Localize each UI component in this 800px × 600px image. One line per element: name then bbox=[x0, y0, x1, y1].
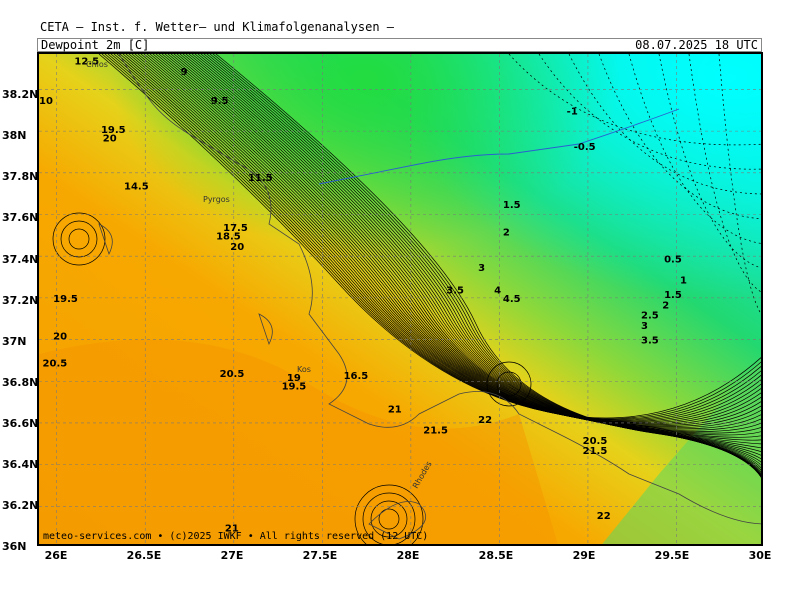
info-bar: Dewpoint 2m [C] 08.07.2025 18 UTC bbox=[37, 38, 762, 52]
lon-label: 29.5E bbox=[654, 549, 690, 562]
map-frame: 12.5 9 9.5 10 19.5 20 14.5 11.5 17.5 18.5 20 19.5 20… bbox=[37, 52, 763, 546]
lon-label: 26.5E bbox=[126, 549, 162, 562]
contour-value-label: -1 bbox=[567, 106, 578, 117]
lat-label: 36.6N bbox=[2, 417, 39, 430]
contour-value-label: 19.5 bbox=[53, 294, 78, 305]
lat-label: 38N bbox=[2, 129, 27, 142]
contour-value-label: 18.5 bbox=[216, 232, 241, 243]
contour-value-label: 20.5 bbox=[43, 359, 68, 370]
contour-value-label: -0.5 bbox=[574, 142, 596, 153]
contour-value-label: 9.5 bbox=[211, 96, 229, 107]
contour-value-label: 9 bbox=[181, 67, 188, 78]
lat-label: 37.8N bbox=[2, 170, 39, 183]
map-canvas: 12.599.51019.52014.511.517.518.52019.520… bbox=[39, 54, 761, 544]
contour-value-label: 20.5 bbox=[220, 369, 245, 380]
contour-value-label: 20.5 bbox=[583, 436, 608, 447]
contour-value-label: 14.5 bbox=[124, 181, 149, 192]
contour-value-label: 3.5 bbox=[446, 286, 464, 297]
lat-label: 36N bbox=[2, 540, 27, 553]
lon-label: 30E bbox=[748, 549, 772, 562]
lat-label: 36.2N bbox=[2, 499, 39, 512]
lon-label: 28.5E bbox=[478, 549, 514, 562]
contour-value-label: 1 bbox=[680, 275, 687, 286]
lat-label: 38.2N bbox=[2, 88, 39, 101]
lon-label: 28E bbox=[396, 549, 420, 562]
lat-label: 37.4N bbox=[2, 253, 39, 266]
contour-value-label: 20 bbox=[103, 134, 117, 145]
lat-label: 37.2N bbox=[2, 294, 39, 307]
lat-label: 37N bbox=[2, 335, 27, 348]
contour-value-label: 3.5 bbox=[641, 336, 659, 347]
contour-value-label: 0.5 bbox=[664, 254, 682, 265]
contour-value-label: 3 bbox=[641, 321, 648, 332]
contour-value-label: 4.5 bbox=[503, 294, 521, 305]
contour-value-label: 10 bbox=[39, 96, 53, 107]
place-label: Chios bbox=[86, 60, 108, 69]
variable-label: Dewpoint 2m [C] bbox=[41, 38, 150, 52]
contour-value-label: 2 bbox=[503, 227, 510, 238]
lat-label: 37.6N bbox=[2, 211, 39, 224]
contour-value-label: 22 bbox=[478, 415, 492, 426]
header-title: CETA – Inst. f. Wetter– und Klimafolgena… bbox=[40, 20, 395, 34]
contour-value-label: 11.5 bbox=[248, 173, 273, 184]
lon-label: 29E bbox=[572, 549, 596, 562]
lon-label: 27E bbox=[220, 549, 244, 562]
contour-value-label: 2.5 bbox=[641, 311, 659, 322]
contour-value-label: 1.5 bbox=[664, 290, 682, 301]
contour-value-label: 22 bbox=[597, 511, 611, 522]
contour-value-label: 4 bbox=[494, 286, 501, 297]
contour-value-label: 21 bbox=[388, 405, 402, 416]
contour-value-label: 3 bbox=[478, 263, 485, 274]
place-label: Pyrgos bbox=[203, 195, 230, 204]
lon-label: 26E bbox=[44, 549, 68, 562]
contour-value-label: 1.5 bbox=[503, 200, 521, 211]
lon-label: 27.5E bbox=[302, 549, 338, 562]
contour-value-label: 21.5 bbox=[423, 425, 448, 436]
contour-value-label: 19.5 bbox=[282, 382, 307, 393]
contour-value-label: 20 bbox=[53, 332, 67, 343]
lat-label: 36.4N bbox=[2, 458, 39, 471]
contour-value-label: 20 bbox=[230, 242, 244, 253]
copyright-credit: meteo-services.com • (c)2025 IWKF • All … bbox=[43, 531, 429, 542]
place-label: Kos bbox=[297, 365, 311, 374]
contour-value-label: 16.5 bbox=[344, 371, 369, 382]
valid-time-label: 08.07.2025 18 UTC bbox=[635, 38, 758, 52]
lat-label: 36.8N bbox=[2, 376, 39, 389]
contour-value-label: 2 bbox=[662, 300, 669, 311]
contour-value-label: 21.5 bbox=[583, 446, 608, 457]
